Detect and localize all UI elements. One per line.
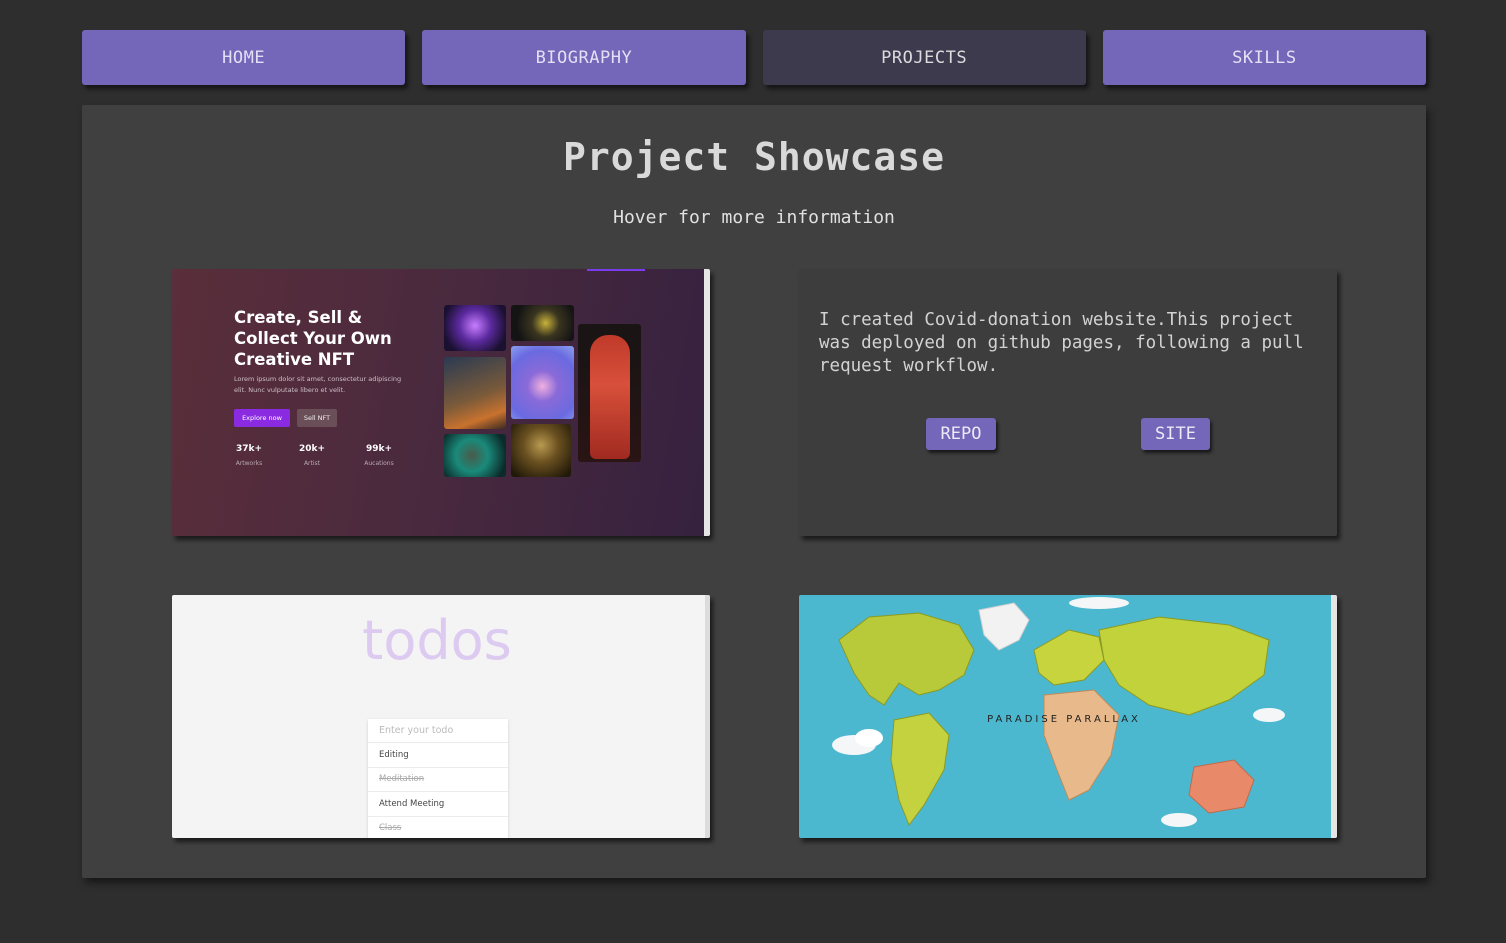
nft-stat-value: 99k+ (365, 444, 393, 454)
nft-paragraph: Lorem ipsum dolor sit amet, consectetur … (234, 375, 402, 394)
site-button[interactable]: SITE (1141, 418, 1210, 450)
project-description: I created Covid-donation website.This pr… (819, 310, 1304, 376)
nav-projects-button[interactable]: PROJECTS (762, 30, 1086, 85)
scrollbar[interactable] (704, 269, 710, 536)
todo-list: Enter your todo Editing Meditation Atten… (368, 719, 508, 838)
nft-preview-image: Create, Sell & Collect Your Own Creative… (172, 269, 710, 536)
page-title: Project Showcase (562, 135, 946, 179)
nft-art-tile (511, 346, 574, 419)
nft-stat: 99k+ Aucations (349, 444, 409, 467)
nft-art-tile (444, 434, 506, 477)
nav-home-button[interactable]: HOME (82, 30, 406, 85)
todos-preview-image: todos Enter your todo Editing Meditation… (172, 595, 710, 838)
nft-art-tile (511, 305, 574, 341)
repo-button[interactable]: REPO (926, 418, 996, 450)
nft-stat-value: 20k+ (298, 444, 326, 454)
project-showcase-panel: Project Showcase Hover for more informat… (82, 105, 1426, 878)
project-card-todos[interactable]: todos Enter your todo Editing Meditation… (172, 595, 710, 838)
nft-art-tile (444, 305, 506, 351)
nft-stat-value: 37k+ (235, 444, 263, 454)
map-preview-image: PARADISE PARALLAX (799, 595, 1337, 838)
nft-art-tile (444, 357, 506, 429)
map-title: PARADISE PARALLAX (987, 714, 1141, 725)
nft-stat-label: Artist (303, 460, 321, 467)
todo-item: Class (368, 817, 508, 838)
project-card-covid-donation[interactable]: I created Covid-donation website.This pr… (799, 269, 1337, 536)
todo-item: Attend Meeting (368, 792, 508, 817)
nft-art-tile (511, 424, 571, 477)
nft-stat-label: Aucations (364, 460, 394, 467)
nft-explore-button: Explore now (234, 409, 290, 427)
scrollbar[interactable] (705, 595, 710, 838)
nft-stat: 20k+ Artist (282, 444, 342, 467)
todo-item: Editing (368, 743, 508, 768)
scrollbar[interactable] (1331, 595, 1337, 838)
nft-stat: 37k+ Artworks (219, 444, 279, 467)
nft-heading: Create, Sell & Collect Your Own Creative… (234, 308, 392, 369)
todo-input: Enter your todo (368, 719, 508, 744)
nav-biography-button[interactable]: BIOGRAPHY (422, 30, 746, 85)
nav-skills-button[interactable]: SKILLS (1102, 30, 1426, 85)
nft-sell-button: Sell NFT (297, 409, 337, 427)
nft-progress-line (587, 269, 645, 271)
project-card-paradise-parallax[interactable]: PARADISE PARALLAX (799, 595, 1337, 838)
nft-art-figure (590, 335, 630, 459)
project-card-nft[interactable]: Create, Sell & Collect Your Own Creative… (172, 269, 710, 536)
todo-item: Meditation (368, 768, 508, 793)
todos-title: todos (362, 609, 512, 672)
top-nav: HOME BIOGRAPHY PROJECTS SKILLS (82, 30, 1426, 85)
page-subtitle: Hover for more information (613, 207, 895, 228)
nft-stat-label: Artworks (235, 460, 263, 467)
